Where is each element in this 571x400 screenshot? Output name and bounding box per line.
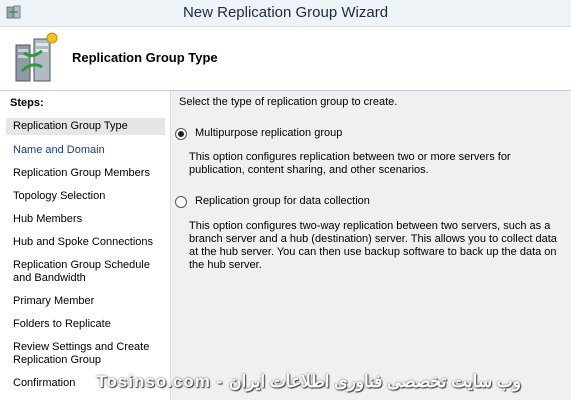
data-collection-radio[interactable] — [175, 196, 187, 208]
steps-label: Steps: — [10, 97, 44, 109]
replication-servers-icon — [15, 32, 58, 82]
step-replication-group-members: Replication Group Members — [13, 167, 150, 179]
step-topology-selection: Topology Selection — [13, 190, 106, 202]
step-replication-group-type[interactable]: Replication Group Type — [6, 118, 165, 135]
step-folders-to-replicate: Folders to Replicate — [13, 318, 111, 330]
multipurpose-radio[interactable] — [175, 128, 187, 140]
step-schedule-and-bandwidth: Replication Group Schedule and Bandwidth — [13, 259, 150, 284]
wizard-content: Select the type of replication group to … — [171, 91, 571, 400]
step-hub-and-spoke-connections: Hub and Spoke Connections — [13, 236, 154, 248]
radio-selected-dot — [178, 131, 184, 137]
step-name-and-domain[interactable]: Name and Domain — [6, 142, 165, 159]
steps-sidebar: Steps: Replication Group Type Name and D… — [0, 91, 171, 400]
step-primary-member: Primary Member — [13, 295, 95, 307]
page-heading: Replication Group Type — [72, 50, 218, 65]
wizard-header: Replication Group Type — [0, 27, 571, 91]
title-bar: New Replication Group Wizard — [0, 0, 571, 27]
window-title: New Replication Group Wizard — [182, 4, 389, 21]
watermark-text: Tosinso.com - وب سایت تخصصی فناوری اطلاع… — [96, 372, 521, 391]
multipurpose-description: This option configures replication betwe… — [189, 151, 511, 176]
step-review-settings: Review Settings and Create Replication G… — [13, 341, 150, 366]
step-hub-members: Hub Members — [13, 213, 83, 225]
data-collection-label[interactable]: Replication group for data collection — [195, 195, 370, 207]
instruction-text: Select the type of replication group to … — [179, 96, 398, 108]
multipurpose-label[interactable]: Multipurpose replication group — [195, 127, 342, 139]
data-collection-description: This option configures two-way replicati… — [189, 220, 557, 271]
